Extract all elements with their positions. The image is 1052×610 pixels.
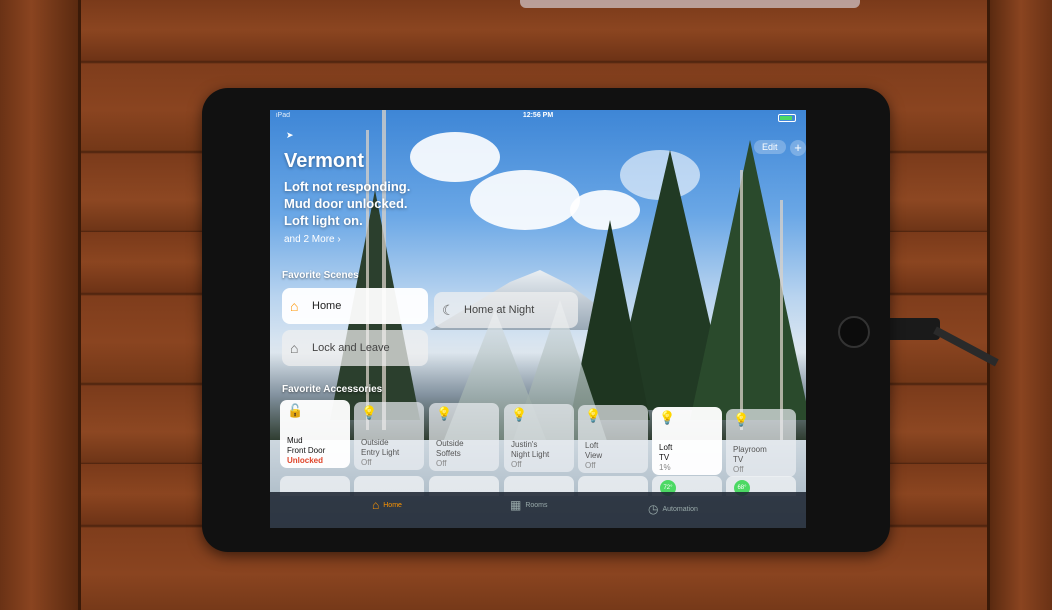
accessory-name: Loft [659,443,673,452]
wallpaper-birch [740,170,743,430]
automation-icon: ◷ [648,502,659,516]
home-title[interactable]: Vermont [284,150,364,173]
bulb-icon: 💡 [361,405,378,420]
accessory-name: TV [659,453,670,462]
favorite-scenes-heading: Favorite Scenes [282,270,359,281]
accessory-name: Outside [436,439,464,448]
accessory-state: Off [733,465,744,474]
add-button[interactable]: + [790,140,806,156]
wallpaper-cloud [410,132,500,182]
status-line: Mud door unlocked. [284,196,408,211]
wallpaper-cloud [470,170,580,230]
accessory-name: View [585,451,603,460]
accessory-state: Off [361,458,372,467]
wallpaper-cloud [620,150,700,200]
accessory-name: Entry Light [361,448,400,457]
rooms-icon: ▦ [510,498,522,512]
accessory-state: Off [511,460,522,469]
accessory-name: Night Light [511,450,550,459]
edit-button[interactable]: Edit [754,140,786,154]
clock: 12:56 PM [522,112,554,119]
scene-home[interactable]: ⌂ Home [282,288,428,324]
tab-home[interactable]: ⌂ Home [372,498,402,512]
tab-rooms[interactable]: ▦ Rooms [510,498,548,512]
accessory-name: Outside [361,438,389,447]
bulb-icon: 💡 [659,410,676,425]
ipad-home-button[interactable] [838,316,870,348]
accessory-name: TV [733,455,744,464]
accessory-name: Loft [585,441,599,450]
accessory-tile-justins-night-light[interactable]: 💡 Justin's Night Light Off [504,404,574,472]
bulb-icon: 💡 [733,412,750,427]
accessory-tile-outside-soffets[interactable]: 💡 Outside Soffets Off [429,403,499,471]
accessory-state: Unlocked [287,456,324,465]
accessory-name: Soffets [436,449,461,458]
accessory-name: Front Door [287,446,326,455]
scene-label: Lock and Leave [312,342,390,354]
wood-board-right [987,0,1052,610]
night-scene-icon: ☾ [442,301,455,318]
wallpaper-cloud [570,190,640,230]
leave-scene-icon: ⌂ [290,340,299,356]
tab-label: Automation [662,505,698,513]
house-icon: ⌂ [372,498,380,512]
accessory-state: 1% [659,463,671,472]
wallpaper-birch [382,110,386,430]
lock-icon: 🔓 [287,403,304,418]
scene-label: Home [312,300,342,312]
status-bar: iPad 12:56 PM [270,110,806,126]
home-scene-icon: ⌂ [290,298,299,314]
accessory-tile-loft-tv[interactable]: 💡 Loft TV 1% [652,407,722,475]
wood-board-left [0,0,81,610]
battery-icon [778,114,796,122]
accessory-name: Mud [287,436,303,445]
accessory-name: Justin's [511,440,538,449]
scene-home-at-night[interactable]: ☾ Home at Night [434,292,578,328]
accessory-tile-playroom-tv[interactable]: 💡 Playroom TV Off [726,409,796,477]
scene-label: Home at Night [464,304,535,316]
accessory-tile-outside-entry-light[interactable]: 💡 Outside Entry Light Off [354,402,424,470]
tab-automation[interactable]: ◷ Automation [648,502,698,516]
favorite-accessories-heading: Favorite Accessories [282,384,383,395]
tab-bar: ⌂ Home ▦ Rooms ◷ Automation [270,492,806,528]
status-line: Loft not responding. [284,179,411,194]
accessory-state: Off [436,459,447,468]
home-status-summary: Loft not responding. Mud door unlocked. … [284,178,410,229]
accessory-tile-loft-view[interactable]: 💡 Loft View Off [578,405,648,473]
accessory-tile-mud-front-door[interactable]: 🔓 Mud Front Door Unlocked [280,400,350,468]
bulb-icon: 💡 [511,407,528,422]
bulb-icon: 💡 [585,408,602,423]
tab-label: Rooms [525,501,548,509]
top-object [520,0,860,8]
bulb-icon: 💡 [436,406,453,421]
scene-lock-and-leave[interactable]: ⌂ Lock and Leave [282,330,428,366]
wallpaper-tree [690,140,806,420]
accessory-state: Off [585,461,596,470]
status-line: Loft light on. [284,213,363,228]
location-arrow-icon: ➤ [286,130,294,140]
home-app-screen: iPad 12:56 PM ➤ Edit + Vermont Loft not … [270,110,806,528]
wallpaper-birch [780,200,783,440]
tab-label: Home [383,501,402,509]
more-status-link[interactable]: and 2 More › [284,234,341,245]
accessory-name: Playroom [733,445,767,454]
